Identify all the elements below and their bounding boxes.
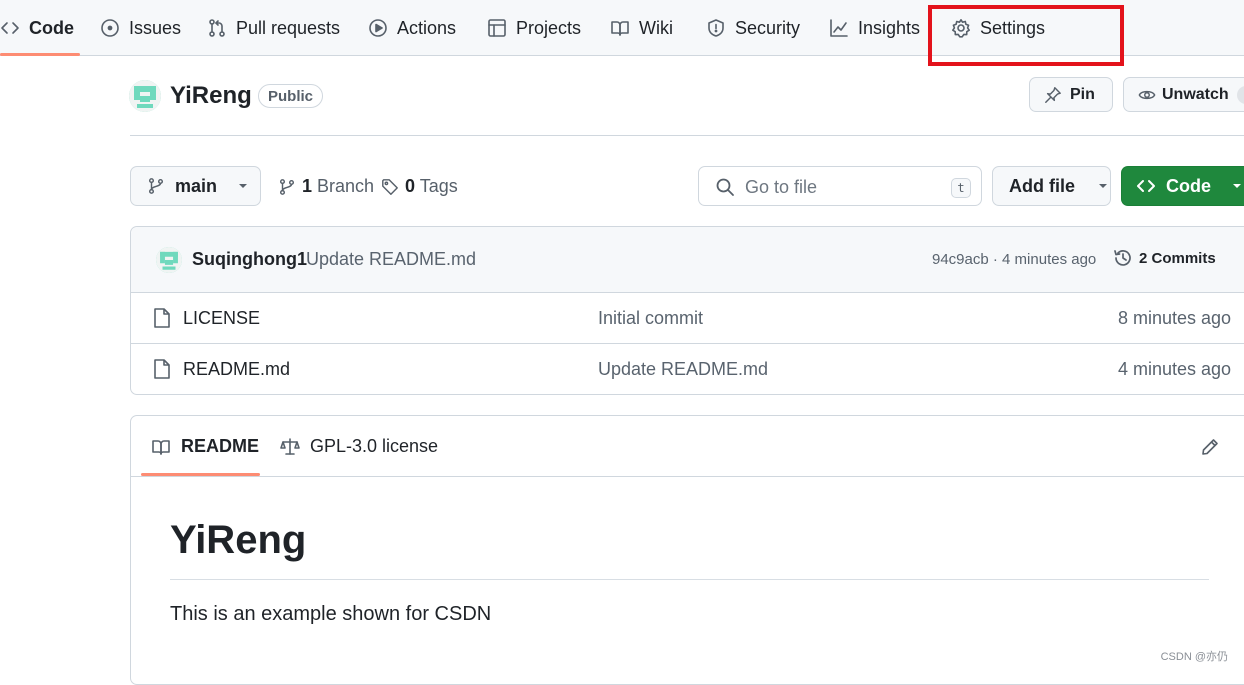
commits-link[interactable]: 2 Commits — [1113, 248, 1216, 268]
tab-license[interactable]: GPL-3.0 license — [280, 436, 438, 457]
file-name-license[interactable]: LICENSE — [183, 308, 260, 329]
readme-header-divider — [131, 476, 1244, 477]
branch-icon — [147, 177, 165, 195]
pin-label: Pin — [1070, 85, 1095, 103]
caret-down-icon — [237, 180, 249, 192]
code-icon — [1136, 176, 1156, 196]
tab-readme[interactable]: README — [151, 436, 259, 457]
tab-label: Wiki — [639, 17, 673, 38]
branch-name: main — [175, 175, 218, 196]
watch-count: 1 — [1236, 85, 1244, 104]
caret-down-icon — [1097, 180, 1109, 192]
file-name-readme[interactable]: README.md — [183, 359, 290, 380]
tab-insights[interactable]: Insights — [829, 0, 920, 56]
tab-label: Insights — [858, 17, 921, 38]
tab-issues[interactable]: Issues — [100, 0, 181, 56]
heading-rule — [170, 579, 1209, 580]
repo-owner-avatar[interactable] — [129, 80, 161, 112]
branches-link[interactable]: 1 Branch — [278, 176, 374, 197]
file-commit-age: 4 minutes ago — [1118, 359, 1232, 379]
shortcut-hint: t — [951, 178, 971, 198]
branch-select-button[interactable]: main — [130, 166, 261, 206]
repo-name[interactable]: YiReng — [170, 82, 252, 110]
unwatch-button[interactable]: Unwatch 1 — [1123, 77, 1244, 112]
add-file-button[interactable]: Add file — [992, 166, 1111, 206]
tab-security[interactable]: Security — [706, 0, 800, 56]
settings-highlight-annotation — [928, 5, 1124, 66]
history-icon — [1113, 248, 1133, 268]
graph-icon — [829, 18, 849, 38]
pin-button[interactable]: Pin — [1029, 77, 1113, 112]
branch-icon — [278, 178, 296, 196]
tag-count: 0 — [405, 176, 416, 196]
tab-label: Issues — [129, 17, 182, 38]
commit-author-avatar[interactable] — [156, 247, 182, 273]
tab-wiki[interactable]: Wiki — [610, 0, 673, 56]
license-tab-label: GPL-3.0 license — [310, 436, 439, 456]
eye-icon — [1138, 86, 1156, 104]
code-dropdown-button[interactable]: Code — [1121, 166, 1244, 206]
code-button-label: Code — [1166, 175, 1211, 196]
tab-code[interactable]: Code — [0, 0, 74, 56]
tags-link[interactable]: 0 Tags — [381, 176, 458, 197]
readme-heading: YiReng — [170, 518, 307, 562]
search-icon — [715, 177, 735, 197]
row-divider — [131, 343, 1244, 344]
commit-message[interactable]: Update README.md — [306, 249, 476, 270]
readme-paragraph: This is an example shown for CSDN — [170, 603, 492, 625]
header-divider — [130, 135, 1244, 136]
search-input[interactable] — [743, 175, 943, 199]
visibility-badge: Public — [258, 84, 324, 108]
tab-label: Security — [735, 17, 801, 38]
add-file-label: Add file — [1009, 175, 1075, 196]
tab-label: Pull requests — [236, 17, 341, 38]
unwatch-label: Unwatch — [1162, 85, 1229, 103]
book-icon — [151, 437, 171, 457]
watermark: CSDN @亦仍 — [1160, 651, 1228, 663]
readme-tab-label: README — [181, 436, 260, 456]
issue-icon — [100, 18, 120, 38]
scale-icon — [280, 437, 300, 457]
branch-count-label: Branch — [317, 176, 375, 196]
commits-count: 2 — [1139, 249, 1148, 267]
code-icon — [0, 18, 20, 38]
tag-count-label: Tags — [419, 176, 458, 196]
tab-actions[interactable]: Actions — [368, 0, 456, 56]
caret-down-icon — [1231, 180, 1243, 192]
tab-label: Code — [29, 17, 74, 38]
commit-author[interactable]: Suqinghong1 — [192, 249, 307, 270]
selected-tab-indicator — [0, 53, 80, 56]
tab-label: Actions — [397, 17, 457, 38]
go-to-file-search[interactable]: t — [698, 166, 982, 206]
shield-icon — [706, 18, 726, 38]
file-commit-message[interactable]: Update README.md — [598, 359, 768, 380]
tab-projects[interactable]: Projects — [487, 0, 581, 56]
commits-label: Commits — [1151, 249, 1216, 267]
branch-count: 1 — [302, 176, 313, 196]
file-icon — [152, 358, 172, 380]
play-icon — [368, 18, 388, 38]
tab-label: Projects — [516, 17, 582, 38]
table-icon — [487, 18, 507, 38]
book-icon — [610, 18, 630, 38]
file-commit-age: 8 minutes ago — [1118, 308, 1232, 328]
file-icon — [152, 307, 172, 329]
pull-request-icon — [207, 18, 227, 38]
tag-icon — [381, 178, 399, 196]
pin-icon — [1044, 86, 1062, 104]
tab-pull-requests[interactable]: Pull requests — [207, 0, 340, 56]
file-commit-message[interactable]: Initial commit — [598, 308, 703, 329]
commit-hash-time[interactable]: 94c9acb · 4 minutes ago — [932, 251, 1096, 268]
pencil-edit-icon[interactable] — [1200, 437, 1220, 457]
